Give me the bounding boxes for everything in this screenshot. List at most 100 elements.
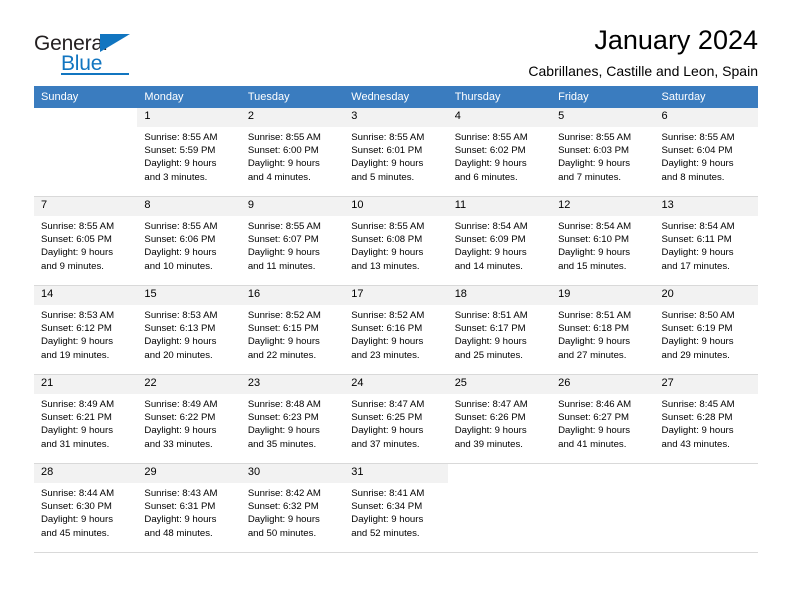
day-details: Sunrise: 8:44 AM Sunset: 6:30 PM Daylight:…: [34, 483, 137, 540]
day-number: 16: [240, 286, 345, 305]
day-details: Sunrise: 8:54 AM Sunset: 6:11 PM Daylight:…: [655, 216, 758, 273]
calendar-day[interactable]: 4 Sunrise: 8:55 AM Sunset: 6:02 PM Daylight…: [447, 108, 552, 197]
calendar-day[interactable]: 25 Sunrise: 8:47 AM Sunset: 6:26 PM Dayligh…: [447, 375, 552, 464]
calendar-day[interactable]: 26 Sunrise: 8:46 AM Sunset: 6:27 PM Dayligh…: [551, 375, 655, 464]
day-number: 25: [447, 375, 552, 394]
sunrise-time: Sunrise: 8:46 AM: [558, 399, 632, 410]
page-title: January 2024: [594, 25, 758, 55]
page-subtitle: Cabrillanes, Castille and Leon, Spain: [528, 63, 758, 80]
sunset-time: Sunset: 5:59 PM: [144, 145, 216, 157]
calendar-cell: [34, 108, 138, 197]
sunrise-time: Sunrise: 8:47 AM: [454, 399, 528, 410]
calendar-day[interactable]: 9 Sunrise: 8:55 AM Sunset: 6:07 PM Daylight…: [240, 197, 345, 286]
calendar-day[interactable]: 7 Sunrise: 8:55 AM Sunset: 6:05 PM Daylight…: [34, 197, 138, 286]
weekday-header-row: Sunday Monday Tuesday Wednesday Thursday…: [34, 86, 758, 108]
daylight-duration-line-2: and 13 minutes.: [351, 260, 420, 272]
calendar-day-empty: [654, 464, 758, 553]
day-number: 20: [654, 286, 758, 305]
calendar-cell: 30 Sunrise: 8:42 AM Sunset: 6:32 PM Dayligh…: [240, 464, 345, 553]
calendar-day[interactable]: 31 Sunrise: 8:41 AM Sunset: 6:34 PM Dayligh…: [344, 464, 448, 553]
calendar-day[interactable]: 16 Sunrise: 8:52 AM Sunset: 6:15 PM Dayligh…: [240, 286, 345, 375]
calendar-cell: 9 Sunrise: 8:55 AM Sunset: 6:07 PM Daylight…: [240, 197, 345, 286]
calendar-day[interactable]: 10 Sunrise: 8:55 AM Sunset: 6:08 PM Dayligh…: [344, 197, 448, 286]
sunrise-time: Sunrise: 8:44 AM: [41, 488, 115, 499]
calendar-day[interactable]: 23 Sunrise: 8:48 AM Sunset: 6:23 PM Dayligh…: [240, 375, 345, 464]
daylight-duration-line-1: Daylight: 9 hours: [247, 158, 320, 170]
daylight-duration-line-2: and 14 minutes.: [454, 260, 523, 272]
calendar-day[interactable]: 28 Sunrise: 8:44 AM Sunset: 6:30 PM Dayligh…: [34, 464, 138, 553]
day-details: Sunrise: 8:55 AM Sunset: 6:04 PM Daylight:…: [655, 127, 758, 184]
sunset-time: Sunset: 6:10 PM: [558, 234, 630, 246]
calendar-day[interactable]: 6 Sunrise: 8:55 AM Sunset: 6:04 PM Daylight…: [654, 108, 758, 197]
daylight-duration-line-2: and 37 minutes.: [351, 438, 420, 450]
calendar-day[interactable]: 17 Sunrise: 8:52 AM Sunset: 6:16 PM Dayligh…: [344, 286, 448, 375]
daylight-duration-line-1: Daylight: 9 hours: [661, 247, 734, 259]
calendar-day[interactable]: 11 Sunrise: 8:54 AM Sunset: 6:09 PM Dayligh…: [447, 197, 552, 286]
calendar-day[interactable]: 2 Sunrise: 8:55 AM Sunset: 6:00 PM Daylight…: [240, 108, 345, 197]
calendar-day[interactable]: 13 Sunrise: 8:54 AM Sunset: 6:11 PM Dayligh…: [654, 197, 758, 286]
sunset-time: Sunset: 6:11 PM: [661, 234, 732, 246]
daylight-duration-line-2: and 33 minutes.: [144, 438, 213, 450]
calendar-day[interactable]: 21 Sunrise: 8:49 AM Sunset: 6:21 PM Dayligh…: [34, 375, 138, 464]
sunset-time: Sunset: 6:04 PM: [661, 145, 733, 157]
calendar-week-row: 21 Sunrise: 8:49 AM Sunset: 6:21 PM Dayligh…: [34, 375, 758, 464]
calendar-day[interactable]: 3 Sunrise: 8:55 AM Sunset: 6:01 PM Daylight…: [344, 108, 448, 197]
daylight-duration-line-1: Daylight: 9 hours: [558, 158, 631, 170]
calendar-day[interactable]: 29 Sunrise: 8:43 AM Sunset: 6:31 PM Dayligh…: [137, 464, 241, 553]
general-blue-logo[interactable]: General Blue: [34, 26, 154, 78]
calendar-day[interactable]: 15 Sunrise: 8:53 AM Sunset: 6:13 PM Dayligh…: [137, 286, 241, 375]
calendar-cell: 31 Sunrise: 8:41 AM Sunset: 6:34 PM Dayligh…: [344, 464, 448, 553]
daylight-duration-line-1: Daylight: 9 hours: [144, 425, 217, 437]
calendar-cell: [654, 464, 758, 553]
daylight-duration-line-2: and 15 minutes.: [558, 260, 627, 272]
calendar-cell: 18 Sunrise: 8:51 AM Sunset: 6:17 PM Dayligh…: [447, 286, 552, 375]
day-number: 24: [344, 375, 448, 394]
sunrise-time: Sunrise: 8:51 AM: [558, 310, 632, 321]
calendar-cell: 20 Sunrise: 8:50 AM Sunset: 6:19 PM Dayligh…: [654, 286, 758, 375]
calendar-day[interactable]: 19 Sunrise: 8:51 AM Sunset: 6:18 PM Dayligh…: [551, 286, 655, 375]
weekday-header-wednesday: Wednesday: [344, 86, 448, 108]
sunrise-time: Sunrise: 8:55 AM: [247, 221, 321, 232]
sunset-time: Sunset: 6:22 PM: [144, 412, 216, 424]
sunrise-time: Sunrise: 8:45 AM: [661, 399, 735, 410]
sunrise-time: Sunrise: 8:55 AM: [144, 132, 218, 143]
calendar-day[interactable]: 1 Sunrise: 8:55 AM Sunset: 5:59 PM Daylight…: [137, 108, 241, 197]
sunset-time: Sunset: 6:06 PM: [144, 234, 216, 246]
calendar-week-row: 28 Sunrise: 8:44 AM Sunset: 6:30 PM Dayligh…: [34, 464, 758, 553]
calendar-day[interactable]: 27 Sunrise: 8:45 AM Sunset: 6:28 PM Dayligh…: [654, 375, 758, 464]
calendar-day[interactable]: 24 Sunrise: 8:47 AM Sunset: 6:25 PM Dayligh…: [344, 375, 448, 464]
daylight-duration-line-1: Daylight: 9 hours: [661, 425, 734, 437]
daylight-duration-line-2: and 43 minutes.: [661, 438, 730, 450]
page-header: General Blue January 2024 Cabrillanes, C…: [34, 0, 758, 80]
calendar-day[interactable]: 14 Sunrise: 8:53 AM Sunset: 6:12 PM Dayligh…: [34, 286, 138, 375]
calendar-day[interactable]: 30 Sunrise: 8:42 AM Sunset: 6:32 PM Dayligh…: [240, 464, 345, 553]
calendar-cell: 22 Sunrise: 8:49 AM Sunset: 6:22 PM Dayligh…: [137, 375, 241, 464]
day-details: Sunrise: 8:46 AM Sunset: 6:27 PM Daylight:…: [551, 394, 654, 451]
sunrise-sunset-calendar: Sunday Monday Tuesday Wednesday Thursday…: [34, 86, 758, 553]
calendar-cell: 12 Sunrise: 8:54 AM Sunset: 6:10 PM Dayligh…: [551, 197, 655, 286]
day-number: 3: [344, 108, 448, 127]
calendar-day[interactable]: 8 Sunrise: 8:55 AM Sunset: 6:06 PM Daylight…: [137, 197, 241, 286]
calendar-day[interactable]: 5 Sunrise: 8:55 AM Sunset: 6:03 PM Daylight…: [551, 108, 655, 197]
weekday-header-thursday: Thursday: [447, 86, 552, 108]
day-details: Sunrise: 8:51 AM Sunset: 6:17 PM Daylight:…: [448, 305, 551, 362]
sunset-time: Sunset: 6:02 PM: [454, 145, 526, 157]
daylight-duration-line-1: Daylight: 9 hours: [351, 514, 424, 526]
day-details: Sunrise: 8:41 AM Sunset: 6:34 PM Daylight:…: [344, 483, 447, 540]
daylight-duration-line-2: and 22 minutes.: [247, 349, 317, 361]
calendar-cell: 5 Sunrise: 8:55 AM Sunset: 6:03 PM Daylight…: [551, 108, 655, 197]
daylight-duration-line-1: Daylight: 9 hours: [661, 158, 734, 170]
daylight-duration-line-2: and 27 minutes.: [558, 349, 627, 361]
daylight-duration-line-2: and 6 minutes.: [454, 171, 518, 183]
daylight-duration-line-2: and 5 minutes.: [351, 171, 415, 183]
calendar-cell: [551, 464, 655, 553]
weekday-header-sunday: Sunday: [34, 86, 138, 108]
calendar-day[interactable]: 18 Sunrise: 8:51 AM Sunset: 6:17 PM Dayligh…: [447, 286, 552, 375]
calendar-day[interactable]: 22 Sunrise: 8:49 AM Sunset: 6:22 PM Dayligh…: [137, 375, 241, 464]
daylight-duration-line-2: and 7 minutes.: [558, 171, 622, 183]
day-details: Sunrise: 8:47 AM Sunset: 6:25 PM Daylight:…: [344, 394, 447, 451]
calendar-day[interactable]: 12 Sunrise: 8:54 AM Sunset: 6:10 PM Dayligh…: [551, 197, 655, 286]
daylight-duration-line-2: and 41 minutes.: [558, 438, 627, 450]
calendar-day[interactable]: 20 Sunrise: 8:50 AM Sunset: 6:19 PM Dayligh…: [654, 286, 758, 375]
day-number: 27: [654, 375, 758, 394]
